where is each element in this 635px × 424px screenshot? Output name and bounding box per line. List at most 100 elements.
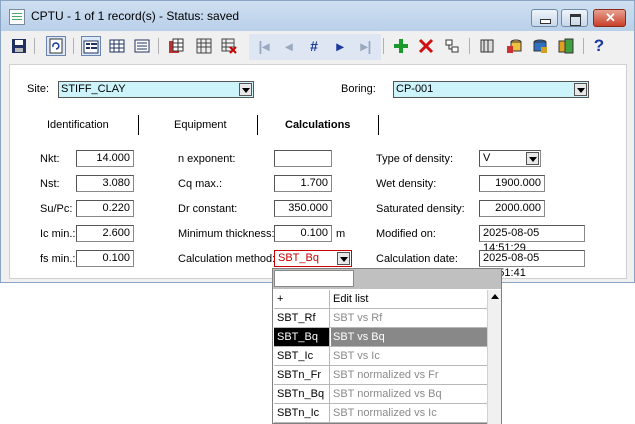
boring-label: Boring: [341, 83, 376, 95]
icmin-label: Ic min.: [40, 228, 76, 240]
n-exponent-label: n exponent: [178, 153, 236, 165]
help-icon[interactable]: ? [589, 36, 609, 56]
first-record-icon[interactable]: |◂ [254, 36, 274, 56]
wet-density-label: Wet density: [376, 178, 437, 190]
dropdown-code: SBTn_Fr [274, 366, 330, 384]
list-item[interactable]: SBTn_Fr SBT normalized vs Fr [274, 366, 487, 385]
last-record-icon[interactable]: ▸| [356, 36, 376, 56]
cq-max-input[interactable]: 1.700 [274, 175, 332, 192]
modified-on-input[interactable]: 2025-08-05 14:51:29 [479, 225, 585, 254]
dropdown-filter-input[interactable] [274, 270, 354, 287]
dropdown-desc: SBT normalized vs Fr [333, 369, 439, 381]
calc-method-value: SBT_Bq [278, 252, 319, 264]
nst-input[interactable]: 3.080 [76, 175, 134, 192]
calc-method-combo[interactable]: SBT_Bq [274, 250, 352, 267]
calc-date-label: Calculation date: [376, 253, 458, 265]
supc-input[interactable]: 0.220 [76, 200, 134, 217]
toolbar-separator [469, 38, 470, 54]
site-combo[interactable]: STIFF_CLAY [58, 81, 254, 98]
form-view-icon[interactable] [81, 36, 101, 56]
dropdown-desc: SBT normalized vs Ic [333, 407, 437, 419]
book-icon[interactable] [477, 36, 497, 56]
list-item[interactable]: SBT_Ic SBT vs Ic [274, 347, 487, 366]
icmin-input[interactable]: 2.600 [76, 225, 134, 242]
table-icon[interactable] [166, 36, 186, 56]
link-icon[interactable] [442, 36, 462, 56]
dropdown-header-bar [273, 269, 501, 289]
boring-value: CP-001 [396, 83, 434, 95]
dropdown-scrollbar[interactable] [487, 290, 501, 424]
nst-label: Nst: [40, 178, 60, 190]
toolbar-separator [158, 38, 159, 54]
dropdown-code: SBT_Ic [274, 347, 330, 365]
dropdown-desc: SBT vs Bq [331, 328, 487, 346]
supc-label: Su/Pc: [40, 203, 73, 215]
list-view-icon[interactable] [132, 36, 152, 56]
chevron-down-icon[interactable] [239, 83, 252, 96]
tab-calculations[interactable]: Calculations [285, 119, 350, 131]
tab-divider [138, 115, 139, 135]
min-thickness-unit: m [336, 228, 346, 240]
chevron-down-icon[interactable] [526, 152, 539, 165]
dropdown-desc: Edit list [333, 293, 369, 305]
fsmin-input[interactable]: 0.100 [76, 250, 134, 267]
toolbar-separator [73, 38, 74, 54]
app-icon [9, 9, 25, 25]
boring-combo[interactable]: CP-001 [393, 81, 589, 98]
maximize-button[interactable] [561, 9, 588, 27]
database-2-icon[interactable] [530, 36, 550, 56]
dropdown-code: SBTn_Bq [274, 385, 330, 403]
toolbar-separator [34, 38, 35, 54]
grid-view-icon[interactable] [107, 36, 127, 56]
n-exponent-input[interactable] [274, 150, 332, 167]
prev-record-icon[interactable]: ◂ [279, 36, 299, 56]
dropdown-edit-list-row[interactable]: + Edit list [274, 290, 487, 309]
wet-density-input[interactable]: 1900.000 [479, 175, 545, 192]
database-1-icon[interactable] [504, 36, 524, 56]
tab-equipment[interactable]: Equipment [174, 119, 227, 131]
dropdown-code: SBTn_Ic [274, 404, 330, 422]
dropdown-code: + [274, 290, 330, 308]
chevron-down-icon[interactable] [574, 83, 587, 96]
nkt-label: Nkt: [40, 153, 60, 165]
goto-record-icon[interactable]: # [304, 36, 324, 56]
type-density-label: Type of density: [376, 153, 454, 165]
nkt-input[interactable]: 14.000 [76, 150, 134, 167]
cq-max-label: Cq max.: [178, 178, 223, 190]
list-item-selected[interactable]: SBT_Bq SBT vs Bq [274, 328, 487, 347]
delete-icon[interactable] [416, 36, 436, 56]
sat-density-label: Saturated density: [376, 203, 465, 215]
save-icon[interactable] [9, 36, 29, 56]
list-item[interactable]: SBTn_Ic SBT normalized vs Ic [274, 404, 487, 423]
calc-method-label: Calculation method: [178, 253, 276, 265]
close-button[interactable] [593, 9, 626, 27]
minimize-button[interactable] [531, 9, 558, 27]
refresh-icon[interactable] [46, 36, 66, 56]
calc-date-input[interactable]: 2025-08-05 14:51:41 [479, 250, 585, 279]
delete-table-icon[interactable] [219, 36, 239, 56]
tab-divider [378, 115, 379, 135]
site-label: Site: [27, 83, 50, 95]
dr-constant-input[interactable]: 350.000 [274, 200, 332, 217]
multi-table-icon[interactable] [194, 36, 214, 56]
chevron-down-icon[interactable] [337, 252, 350, 265]
toolbar: |◂ ◂ # ▸ ▸| ? [1, 31, 634, 63]
min-thickness-input[interactable]: 0.100 [274, 225, 332, 242]
main-window: CPTU - 1 of 1 record(s) - Status: saved [0, 0, 635, 283]
dropdown-desc: SBT vs Ic [333, 350, 380, 362]
calc-method-dropdown[interactable]: + Edit list SBT_Rf SBT vs Rf SBT_Bq SBT … [272, 268, 502, 424]
list-item[interactable]: SBTn_Bq SBT normalized vs Bq [274, 385, 487, 404]
sat-density-input[interactable]: 2000.000 [479, 200, 545, 217]
modified-on-label: Modified on: [376, 228, 436, 240]
database-3-icon[interactable] [556, 36, 576, 56]
title-bar[interactable]: CPTU - 1 of 1 record(s) - Status: saved [1, 1, 634, 31]
add-icon[interactable] [391, 36, 411, 56]
type-density-combo[interactable]: V [479, 150, 541, 167]
tab-identification[interactable]: Identification [47, 119, 109, 131]
type-density-value: V [483, 152, 491, 164]
tab-divider [257, 115, 258, 135]
fsmin-label: fs min.: [40, 253, 76, 265]
list-item[interactable]: SBT_Rf SBT vs Rf [274, 309, 487, 328]
dropdown-desc: SBT normalized vs Bq [333, 388, 442, 400]
next-record-icon[interactable]: ▸ [330, 36, 350, 56]
